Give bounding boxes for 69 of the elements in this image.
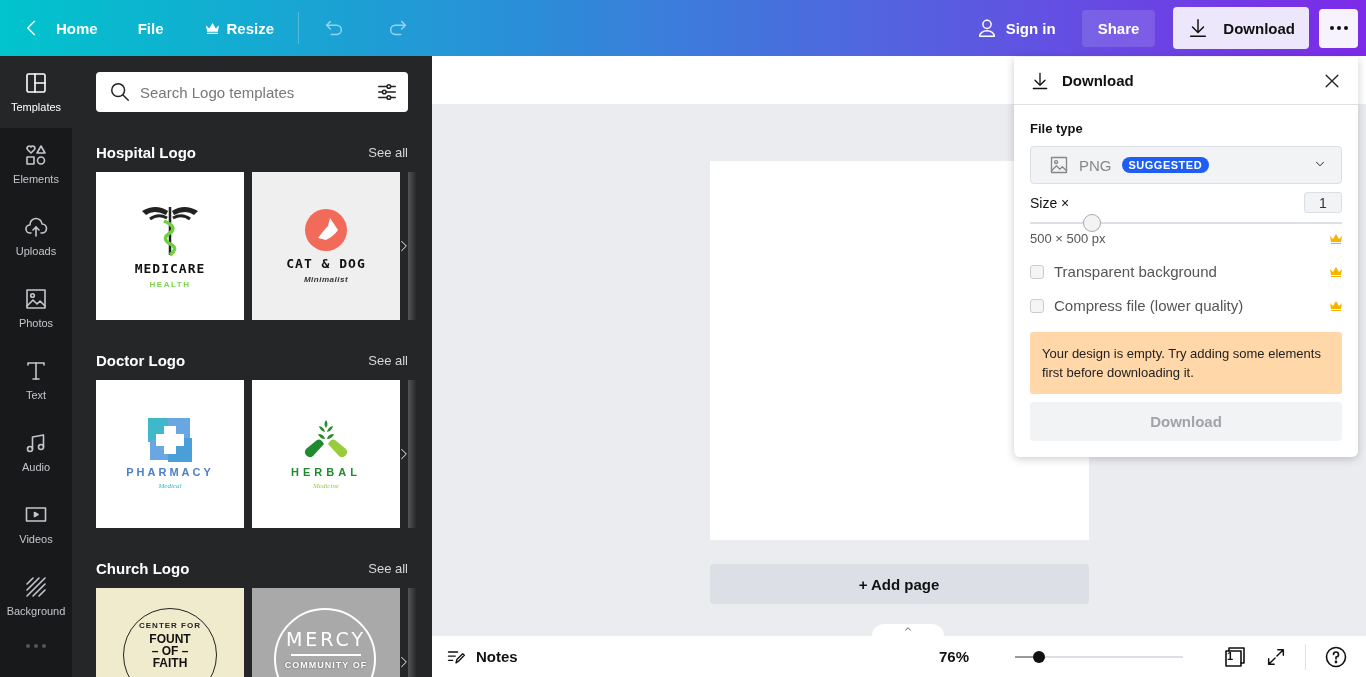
option-label: Compress file (lower quality) xyxy=(1054,297,1244,314)
filter-sliders-icon xyxy=(376,81,398,103)
help-button[interactable] xyxy=(1324,644,1348,669)
more-icon[interactable] xyxy=(26,644,46,648)
pet-silhouette-icon xyxy=(304,208,348,252)
crown-icon xyxy=(1330,266,1342,277)
logo-title: FAITH xyxy=(152,657,188,669)
search-icon xyxy=(109,81,131,103)
logo-title: FOUNT xyxy=(149,633,191,645)
section-title: Hospital Logo xyxy=(96,143,196,161)
warning-message: Your design is empty. Try adding some elements first before downloading it. xyxy=(1030,332,1342,394)
checkbox[interactable] xyxy=(1030,298,1044,313)
checkbox[interactable] xyxy=(1030,264,1044,279)
crown-icon xyxy=(1330,300,1342,311)
section-title: Doctor Logo xyxy=(96,351,186,369)
logo-subtitle: Minimalist xyxy=(303,275,349,284)
search-field[interactable]: Search Logo templates xyxy=(96,72,408,112)
crown-icon xyxy=(1330,233,1342,244)
shapes-icon xyxy=(24,143,48,167)
page-count-button[interactable]: 1 xyxy=(1223,644,1247,669)
more-icon xyxy=(1329,26,1348,30)
more-button[interactable] xyxy=(1319,8,1358,48)
dimensions-text: 500 × 500 px xyxy=(1030,231,1106,246)
help-icon xyxy=(1324,644,1348,669)
crown-icon xyxy=(205,22,219,34)
caret-up-icon xyxy=(903,624,913,634)
size-input[interactable]: 1 xyxy=(1304,192,1342,213)
see-all-link[interactable]: See all xyxy=(368,560,408,576)
see-all-link[interactable]: See all xyxy=(368,352,408,368)
template-thumbnail[interactable]: CENTER FOR FOUNT – OF – FAITH xyxy=(96,588,244,677)
cloud-upload-icon xyxy=(24,215,48,239)
logo-caption: CENTER FOR xyxy=(139,621,201,630)
sign-in-button[interactable]: Sign in xyxy=(965,9,1066,47)
size-slider[interactable] xyxy=(1030,215,1342,231)
file-type-dropdown[interactable]: PNG SUGGESTED xyxy=(1030,146,1342,184)
download-button[interactable]: Download xyxy=(1173,7,1309,49)
notes-button[interactable]: Notes xyxy=(446,646,518,667)
logo-subtitle: COMMUNITY OF xyxy=(284,659,368,670)
letter-t-icon xyxy=(24,359,48,383)
logo-title: PHARMACY xyxy=(126,466,214,478)
layout-icon xyxy=(24,71,48,95)
medical-cross-icon xyxy=(148,418,192,462)
expand-pages-button[interactable] xyxy=(872,624,944,638)
template-thumbnail[interactable]: MEDICARE HEALTH xyxy=(96,172,244,320)
logo-title: MEDICARE xyxy=(134,261,206,276)
download-icon xyxy=(1030,70,1050,91)
size-label: Size × xyxy=(1030,194,1070,211)
option-label: Transparent background xyxy=(1054,263,1217,280)
image-icon xyxy=(1049,155,1069,175)
logo-title: HERBAL xyxy=(291,466,361,478)
suggested-badge: SUGGESTED xyxy=(1121,157,1210,173)
file-type-label: File type xyxy=(1030,121,1084,136)
see-all-link[interactable]: See all xyxy=(368,144,408,160)
template-thumbnail[interactable] xyxy=(408,172,416,320)
logo-title: MERCY xyxy=(285,628,367,650)
zoom-level: 76% xyxy=(938,648,969,665)
logo-subtitle: HEALTH xyxy=(149,280,191,289)
pages-icon xyxy=(1223,644,1247,669)
image-icon xyxy=(24,287,48,311)
share-button[interactable]: Share xyxy=(1081,9,1156,47)
template-thumbnail[interactable] xyxy=(408,380,416,528)
stripes-icon xyxy=(24,575,48,599)
template-thumbnail[interactable]: CAT & DOG Minimalist xyxy=(252,172,400,320)
add-page-button[interactable]: + Add page xyxy=(709,564,1089,604)
logo-title: CAT & DOG xyxy=(286,256,366,271)
logo-title: – OF – xyxy=(151,645,189,657)
sidebar-tab[interactable]: Templates xyxy=(0,56,72,128)
popover-title: Download xyxy=(1062,72,1134,89)
section-title: Church Logo xyxy=(96,559,190,577)
